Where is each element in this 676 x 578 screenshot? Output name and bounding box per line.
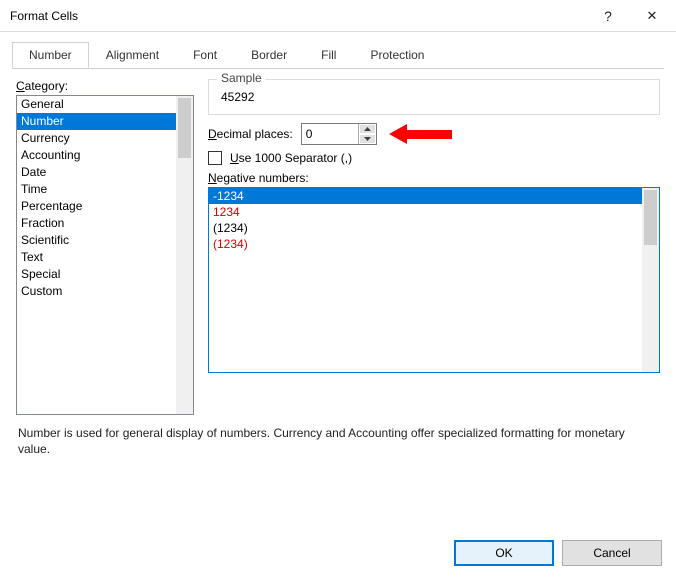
- help-icon: ?: [604, 8, 612, 24]
- category-item-accounting[interactable]: Accounting: [17, 147, 176, 164]
- category-item-fraction[interactable]: Fraction: [17, 215, 176, 232]
- tab-fill[interactable]: Fill: [304, 42, 353, 68]
- category-item-custom[interactable]: Custom: [17, 283, 176, 300]
- sample-legend: Sample: [217, 71, 266, 85]
- tab-border[interactable]: Border: [234, 42, 304, 68]
- tab-alignment[interactable]: Alignment: [89, 42, 176, 68]
- use-thousand-separator-label: Use 1000 Separator (,): [230, 151, 352, 165]
- negative-item-paren-red[interactable]: (1234): [209, 236, 642, 252]
- title-bar: Format Cells ? ✕: [0, 0, 676, 32]
- negative-scroll-thumb[interactable]: [644, 190, 657, 245]
- tab-number[interactable]: Number: [12, 42, 89, 68]
- tab-protection[interactable]: Protection: [353, 42, 441, 68]
- category-item-time[interactable]: Time: [17, 181, 176, 198]
- negative-scrollbar[interactable]: [642, 188, 659, 372]
- category-listbox[interactable]: General Number Currency Accounting Date …: [16, 95, 194, 415]
- decimal-places-down-button[interactable]: [359, 134, 376, 144]
- arrow-shaft: [406, 130, 452, 139]
- negative-item-red[interactable]: 1234: [209, 204, 642, 220]
- sample-group: Sample 45292: [208, 79, 660, 115]
- chevron-down-icon: [364, 137, 371, 141]
- ok-button[interactable]: OK: [454, 540, 554, 566]
- category-item-currency[interactable]: Currency: [17, 130, 176, 147]
- category-label: Category:: [16, 79, 194, 93]
- tab-font[interactable]: Font: [176, 42, 234, 68]
- annotation-arrow: [389, 124, 452, 144]
- category-item-date[interactable]: Date: [17, 164, 176, 181]
- negative-item-minus[interactable]: -1234: [209, 188, 642, 204]
- category-item-number[interactable]: Number: [17, 113, 176, 130]
- use-thousand-separator-checkbox[interactable]: [208, 151, 222, 165]
- category-item-text[interactable]: Text: [17, 249, 176, 266]
- negative-item-paren[interactable]: (1234): [209, 220, 642, 236]
- negative-numbers-listbox[interactable]: -1234 1234 (1234) (1234): [208, 187, 660, 373]
- category-item-special[interactable]: Special: [17, 266, 176, 283]
- help-button[interactable]: ?: [586, 1, 630, 31]
- arrow-left-icon: [389, 124, 407, 144]
- cancel-button[interactable]: Cancel: [562, 540, 662, 566]
- category-scrollbar[interactable]: [176, 96, 193, 414]
- category-item-scientific[interactable]: Scientific: [17, 232, 176, 249]
- category-item-percentage[interactable]: Percentage: [17, 198, 176, 215]
- decimal-places-input[interactable]: [302, 124, 358, 144]
- sample-value: 45292: [219, 86, 649, 104]
- chevron-up-icon: [364, 127, 371, 131]
- category-description: Number is used for general display of nu…: [12, 415, 664, 457]
- negative-numbers-label: Negative numbers:: [208, 171, 660, 185]
- close-button[interactable]: ✕: [630, 1, 674, 31]
- category-scroll-thumb[interactable]: [178, 98, 191, 158]
- decimal-places-up-button[interactable]: [359, 124, 376, 134]
- decimal-places-label: Decimal places:: [208, 127, 293, 141]
- decimal-places-spinbox[interactable]: [301, 123, 377, 145]
- window-title: Format Cells: [10, 9, 586, 23]
- close-icon: ✕: [647, 8, 658, 24]
- category-item-general[interactable]: General: [17, 96, 176, 113]
- tab-strip: Number Alignment Font Border Fill Protec…: [12, 42, 664, 69]
